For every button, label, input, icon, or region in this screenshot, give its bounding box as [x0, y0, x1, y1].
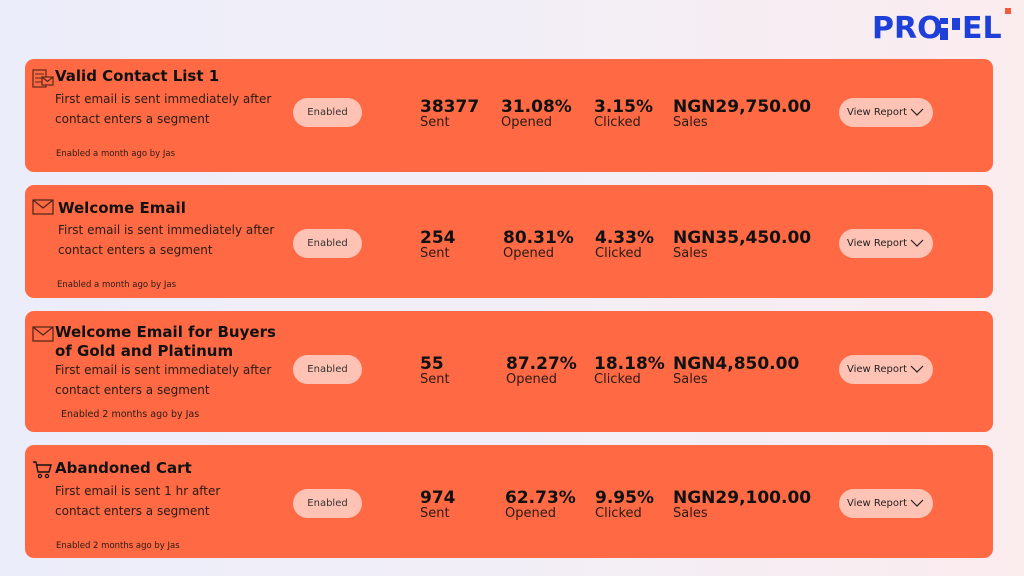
stat-sent: 38377 Sent [420, 98, 479, 130]
clicked-label: Clicked [594, 115, 641, 130]
view-report-button[interactable]: View Report [839, 229, 933, 258]
flow-title: Valid Contact List 1 [55, 67, 220, 85]
flow-description: First email is sent 1 hr after contact e… [55, 484, 221, 518]
opened-label: Opened [501, 115, 552, 130]
sent-label: Sent [420, 246, 450, 261]
opened-value: 87.27% [506, 354, 577, 374]
svg-text:EL: EL [962, 11, 1002, 44]
stat-sales: NGN29,750.00 Sales [673, 98, 811, 130]
view-report-label: View Report [847, 238, 908, 249]
clicked-label: Clicked [594, 372, 641, 387]
stat-sales: NGN4,850.00 Sales [673, 355, 799, 387]
status-toggle[interactable]: Enabled [293, 98, 362, 127]
view-report-button[interactable]: View Report [839, 489, 933, 518]
status-toggle[interactable]: Enabled [293, 489, 362, 518]
envelope-icon [32, 199, 54, 219]
sales-label: Sales [673, 506, 708, 521]
clicked-value: 3.15% [594, 97, 653, 117]
opened-label: Opened [505, 506, 556, 521]
chevron-down-icon [910, 365, 924, 373]
sales-label: Sales [673, 246, 708, 261]
clicked-label: Clicked [595, 246, 642, 261]
stat-sent: 254 Sent [420, 229, 456, 261]
flow-title: Welcome Email [58, 199, 186, 217]
view-report-label: View Report [847, 107, 908, 118]
propel-logo: PRO EL [872, 8, 1006, 55]
sales-value: NGN29,750.00 [673, 97, 812, 117]
status-toggle[interactable]: Enabled [293, 229, 362, 258]
clicked-value: 4.33% [595, 228, 654, 248]
sent-value: 38377 [420, 97, 480, 117]
flow-meta: Enabled a month ago by Jas [56, 149, 176, 159]
stat-opened: 80.31% Opened [503, 229, 574, 261]
flow-description: First email is sent immediately after co… [58, 223, 275, 257]
sales-value: NGN35,450.00 [673, 228, 812, 248]
sales-value: NGN29,100.00 [673, 488, 812, 508]
chevron-down-icon [910, 239, 924, 247]
opened-label: Opened [503, 246, 554, 261]
sent-value: 55 [420, 354, 444, 374]
stat-opened: 62.73% Opened [505, 489, 576, 521]
stat-clicked: 3.15% Clicked [594, 98, 653, 130]
contact-list-email-icon [32, 69, 54, 89]
opened-value: 31.08% [501, 97, 572, 117]
opened-value: 62.73% [505, 488, 576, 508]
flow-meta: Enabled 2 months ago by Jas [56, 541, 180, 551]
flow-card: Welcome Email for Buyers of Gold and Pla… [25, 311, 993, 432]
flow-meta: Enabled a month ago by Jas [57, 280, 177, 290]
flow-meta: Enabled 2 months ago by Jas [61, 409, 200, 420]
clicked-value: 9.95% [595, 488, 654, 508]
shopping-cart-icon [32, 460, 54, 480]
stat-sent: 974 Sent [420, 489, 456, 521]
clicked-value: 18.18% [594, 354, 665, 374]
sent-label: Sent [420, 506, 450, 521]
logo-accent-dot [1005, 8, 1011, 14]
flow-title: Abandoned Cart [55, 459, 192, 477]
sent-label: Sent [420, 115, 450, 130]
sales-value: NGN4,850.00 [673, 354, 800, 374]
sent-value: 254 [420, 228, 456, 248]
view-report-label: View Report [847, 364, 908, 375]
flow-description: First email is sent immediately after co… [55, 92, 272, 126]
opened-label: Opened [506, 372, 557, 387]
flow-card: Abandoned Cart First email is sent 1 hr … [25, 445, 993, 558]
flow-card: Welcome Email First email is sent immedi… [25, 185, 993, 298]
view-report-label: View Report [847, 498, 908, 509]
propel-logo-mark: PRO EL [872, 11, 1002, 46]
stat-clicked: 9.95% Clicked [595, 489, 654, 521]
svg-text:PRO: PRO [872, 11, 943, 44]
sent-label: Sent [420, 372, 450, 387]
stat-opened: 87.27% Opened [506, 355, 577, 387]
stat-clicked: 18.18% Clicked [594, 355, 665, 387]
view-report-button[interactable]: View Report [839, 98, 933, 127]
flow-title: Welcome Email for Buyers of Gold and Pla… [55, 323, 276, 360]
stat-sales: NGN35,450.00 Sales [673, 229, 811, 261]
stat-sales: NGN29,100.00 Sales [673, 489, 811, 521]
sent-value: 974 [420, 488, 456, 508]
chevron-down-icon [910, 499, 924, 507]
flow-description: First email is sent immediately after co… [55, 363, 272, 397]
sales-label: Sales [673, 372, 708, 387]
sales-label: Sales [673, 115, 708, 130]
stat-opened: 31.08% Opened [501, 98, 572, 130]
view-report-button[interactable]: View Report [839, 355, 933, 384]
status-toggle[interactable]: Enabled [293, 355, 362, 384]
chevron-down-icon [910, 108, 924, 116]
opened-value: 80.31% [503, 228, 574, 248]
clicked-label: Clicked [595, 506, 642, 521]
stat-clicked: 4.33% Clicked [595, 229, 654, 261]
flow-card: Valid Contact List 1 First email is sent… [25, 59, 993, 172]
envelope-icon [32, 326, 54, 346]
stat-sent: 55 Sent [420, 355, 450, 387]
